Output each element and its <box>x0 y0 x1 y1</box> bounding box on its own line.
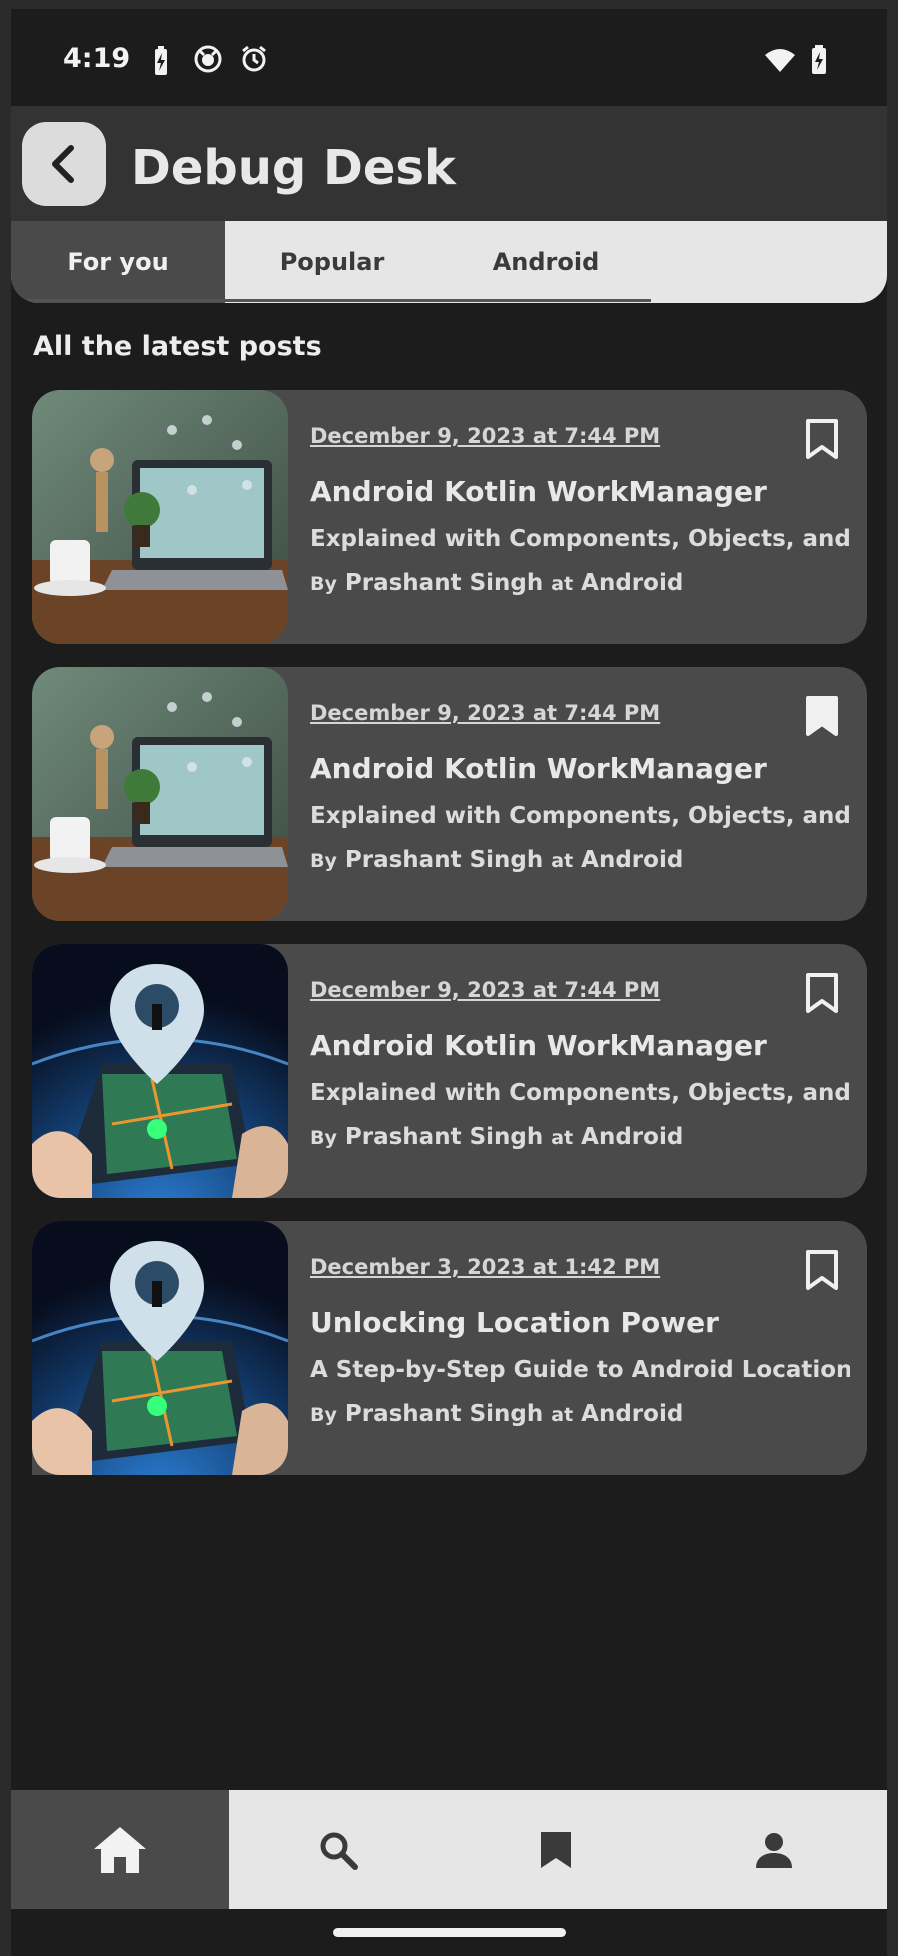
post-category: Android <box>581 847 684 873</box>
nav-bookmarks[interactable] <box>447 1790 665 1909</box>
post-title: Unlocking Location Power <box>310 1306 719 1339</box>
post-subtitle: Explained with Components, Objects, and <box>310 1080 850 1106</box>
bookmark-filled-icon[interactable] <box>804 695 840 737</box>
bookmark-outline-icon[interactable] <box>804 418 840 460</box>
section-heading: All the latest posts <box>33 331 322 362</box>
tab-popular[interactable]: Popular <box>225 221 439 303</box>
tab-divider <box>11 299 651 302</box>
post-author: Prashant Singh <box>344 1124 544 1150</box>
post-title: Android Kotlin WorkManager <box>310 752 767 785</box>
search-icon <box>320 1832 358 1870</box>
post-date[interactable]: December 9, 2023 at 7:44 PM <box>310 701 660 725</box>
post-subtitle: A Step-by-Step Guide to Android Location <box>310 1357 850 1383</box>
location-phone-image <box>32 1221 288 1475</box>
post-card[interactable]: December 9, 2023 at 7:44 PM Android Kotl… <box>32 390 867 644</box>
github-icon <box>194 45 222 73</box>
back-button[interactable] <box>22 122 106 206</box>
post-card[interactable]: December 3, 2023 at 1:42 PM Unlocking Lo… <box>32 1221 867 1475</box>
nav-home[interactable] <box>11 1790 229 1909</box>
post-date[interactable]: December 3, 2023 at 1:42 PM <box>310 1255 660 1279</box>
nav-search[interactable] <box>229 1790 447 1909</box>
bottom-navigation <box>11 1790 887 1909</box>
app-bar: Debug Desk <box>11 106 887 230</box>
byline-at: at <box>551 573 574 595</box>
bookmark-outline-icon[interactable] <box>804 972 840 1014</box>
post-byline: By Prashant Singh at Android <box>310 1401 683 1427</box>
post-category: Android <box>581 570 684 596</box>
byline-at: at <box>551 850 574 872</box>
byline-by: By <box>310 573 337 595</box>
tab-android[interactable]: Android <box>439 221 653 303</box>
bookmark-icon <box>541 1831 571 1868</box>
battery-charging-icon <box>155 46 167 75</box>
alarm-icon <box>242 45 266 72</box>
byline-by: By <box>310 1127 337 1149</box>
post-category: Android <box>581 1401 684 1427</box>
gesture-handle[interactable] <box>333 1928 566 1937</box>
post-date[interactable]: December 9, 2023 at 7:44 PM <box>310 424 660 448</box>
tab-label: Android <box>492 248 600 276</box>
tab-for-you[interactable]: For you <box>11 221 225 303</box>
person-icon <box>756 1832 792 1868</box>
byline-by: By <box>310 1404 337 1426</box>
post-byline: By Prashant Singh at Android <box>310 1124 683 1150</box>
byline-at: at <box>551 1404 574 1426</box>
wifi-icon <box>765 49 795 72</box>
laptop-desk-image <box>32 667 288 921</box>
post-date[interactable]: December 9, 2023 at 7:44 PM <box>310 978 660 1002</box>
bookmark-outline-icon[interactable] <box>804 1249 840 1291</box>
status-bar: 4:19 <box>11 9 887 106</box>
byline-by: By <box>310 850 337 872</box>
post-subtitle: Explained with Components, Objects, and <box>310 803 850 829</box>
post-byline: By Prashant Singh at Android <box>310 570 683 596</box>
post-subtitle: Explained with Components, Objects, and <box>310 526 850 552</box>
home-icon <box>94 1826 146 1873</box>
tab-label: For you <box>67 248 169 276</box>
laptop-desk-image <box>32 390 288 644</box>
byline-at: at <box>551 1127 574 1149</box>
nav-profile[interactable] <box>665 1790 883 1909</box>
battery-icon <box>812 45 826 74</box>
status-time: 4:19 <box>63 43 131 74</box>
post-author: Prashant Singh <box>344 1401 544 1427</box>
location-phone-image <box>32 944 288 1198</box>
chevron-left-icon <box>52 145 74 183</box>
post-title: Android Kotlin WorkManager <box>310 1029 767 1062</box>
tab-bar: For you Popular Android <box>11 221 887 303</box>
tab-label: Popular <box>279 248 385 276</box>
post-category: Android <box>581 1124 684 1150</box>
post-byline: By Prashant Singh at Android <box>310 847 683 873</box>
post-card[interactable]: December 9, 2023 at 7:44 PM Android Kotl… <box>32 944 867 1198</box>
post-author: Prashant Singh <box>344 570 544 596</box>
app-screen: 4:19 Debug Desk For you Popular Android … <box>11 9 887 1956</box>
post-title: Android Kotlin WorkManager <box>310 475 767 508</box>
post-card[interactable]: December 9, 2023 at 7:44 PM Android Kotl… <box>32 667 867 921</box>
page-title: Debug Desk <box>131 140 456 196</box>
post-author: Prashant Singh <box>344 847 544 873</box>
